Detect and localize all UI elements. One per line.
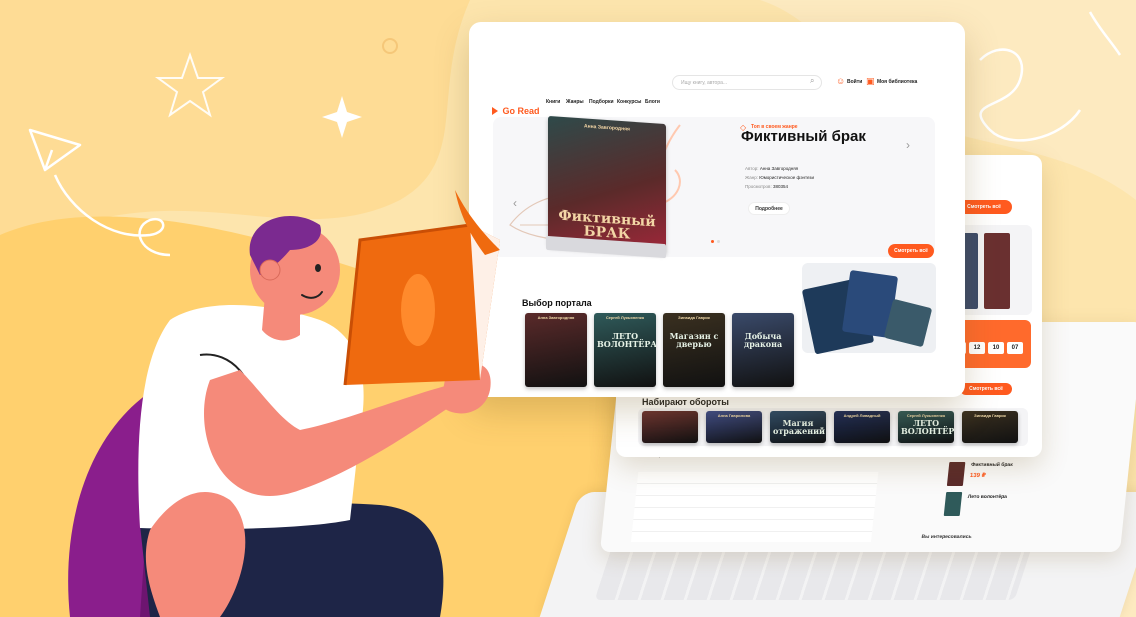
nav-item-contests[interactable]: Конкурсы: [617, 99, 641, 105]
cover-author: Сергей Лукьяненко: [605, 315, 645, 320]
hero-title: Фиктивный брак: [741, 128, 866, 145]
portal-featured-panel[interactable]: [801, 263, 936, 355]
trending-cover[interactable]: Магия отражений: [770, 411, 826, 443]
laptop-book-2: Лето волонтёра: [967, 494, 1008, 500]
timer-value: 10: [988, 342, 1004, 354]
meta-label: Жанр:: [745, 175, 758, 180]
portal-cover[interactable]: Добыча дракона: [732, 313, 794, 387]
timer-value: 07: [1007, 342, 1023, 354]
reader-illustration: [68, 190, 500, 617]
laptop-price-2: 139 ₽: [969, 473, 987, 479]
user-icon: ☺: [836, 76, 846, 86]
meta-label: Автор:: [745, 166, 759, 171]
laptop-interest-label: Вы интересовались: [921, 534, 972, 540]
search-icon[interactable]: ⌕: [810, 76, 814, 86]
carousel-dots[interactable]: [711, 240, 720, 243]
cover-author: Андрей Ливадный: [843, 413, 881, 418]
laptop-filter-list: [630, 472, 879, 542]
cover-author: Зинаида Гаврик: [974, 413, 1006, 418]
portal-cover[interactable]: Анна Завгородняя: [525, 313, 587, 387]
portal-cover[interactable]: Зинаида Гаврик Магазин с дверью: [663, 313, 725, 387]
hero-meta: Автор: Анна Завгородняя Жанр: Юмористиче…: [745, 164, 814, 191]
trending-row: Анна Гаврилова Магия отражений Андрей Лива…: [638, 408, 1028, 446]
meta-value: 380354: [772, 184, 788, 189]
library-icon: ▣: [866, 76, 875, 86]
trending-cover[interactable]: Анна Гаврилова: [706, 411, 762, 443]
nav-item-blogs[interactable]: Блоги: [645, 99, 660, 105]
see-all-button[interactable]: Смотреть всё: [888, 244, 934, 258]
cover-author: Анна Гаврилова: [717, 413, 751, 418]
trending-cover[interactable]: [642, 411, 698, 443]
meta-value: Юмористическое фэнтези: [759, 175, 814, 180]
login-link[interactable]: Войти: [847, 79, 862, 85]
cover-title: Магия отражений: [773, 418, 825, 436]
trending-title: Набирают обороты: [642, 397, 729, 407]
portal-cover[interactable]: Сергей Лукьяненко ЛЕТО ВОЛОНТЁРА: [594, 313, 656, 387]
cover-title: ЛЕТО ВОЛОНТЁРА: [901, 418, 954, 436]
search-input[interactable]: Ищу книгу, автора...: [672, 75, 822, 90]
meta-label: Просмотров:: [745, 184, 772, 189]
library-link[interactable]: Моя библиотека: [877, 79, 917, 85]
laptop-book-1: Фиктивный брак: [970, 462, 1013, 468]
cover-title: Магазин с дверью: [669, 330, 719, 349]
cover-author: Зинаида Гаврик: [678, 315, 710, 320]
cover-title: Добыча дракона: [743, 330, 783, 349]
cover-author: Анна Завгородняя: [537, 315, 575, 320]
back-see-all-trending[interactable]: Смотреть всё: [960, 383, 1012, 395]
laptop-cover-1: [946, 462, 966, 486]
details-button[interactable]: Подробнее: [748, 202, 790, 215]
trending-cover[interactable]: Андрей Ливадный: [834, 411, 890, 443]
trending-cover[interactable]: Сергей ЛукьяненкоЛЕТО ВОЛОНТЁРА: [898, 411, 954, 443]
meta-value: Анна Завгородняя: [759, 166, 799, 171]
laptop-cover-2: [943, 492, 963, 516]
cover-title: ЛЕТО ВОЛОНТЁРА: [597, 330, 656, 349]
chevron-right-icon[interactable]: ›: [906, 138, 910, 152]
timer-value: 12: [969, 342, 985, 354]
trending-cover[interactable]: Зинаида Гаврик: [962, 411, 1018, 443]
